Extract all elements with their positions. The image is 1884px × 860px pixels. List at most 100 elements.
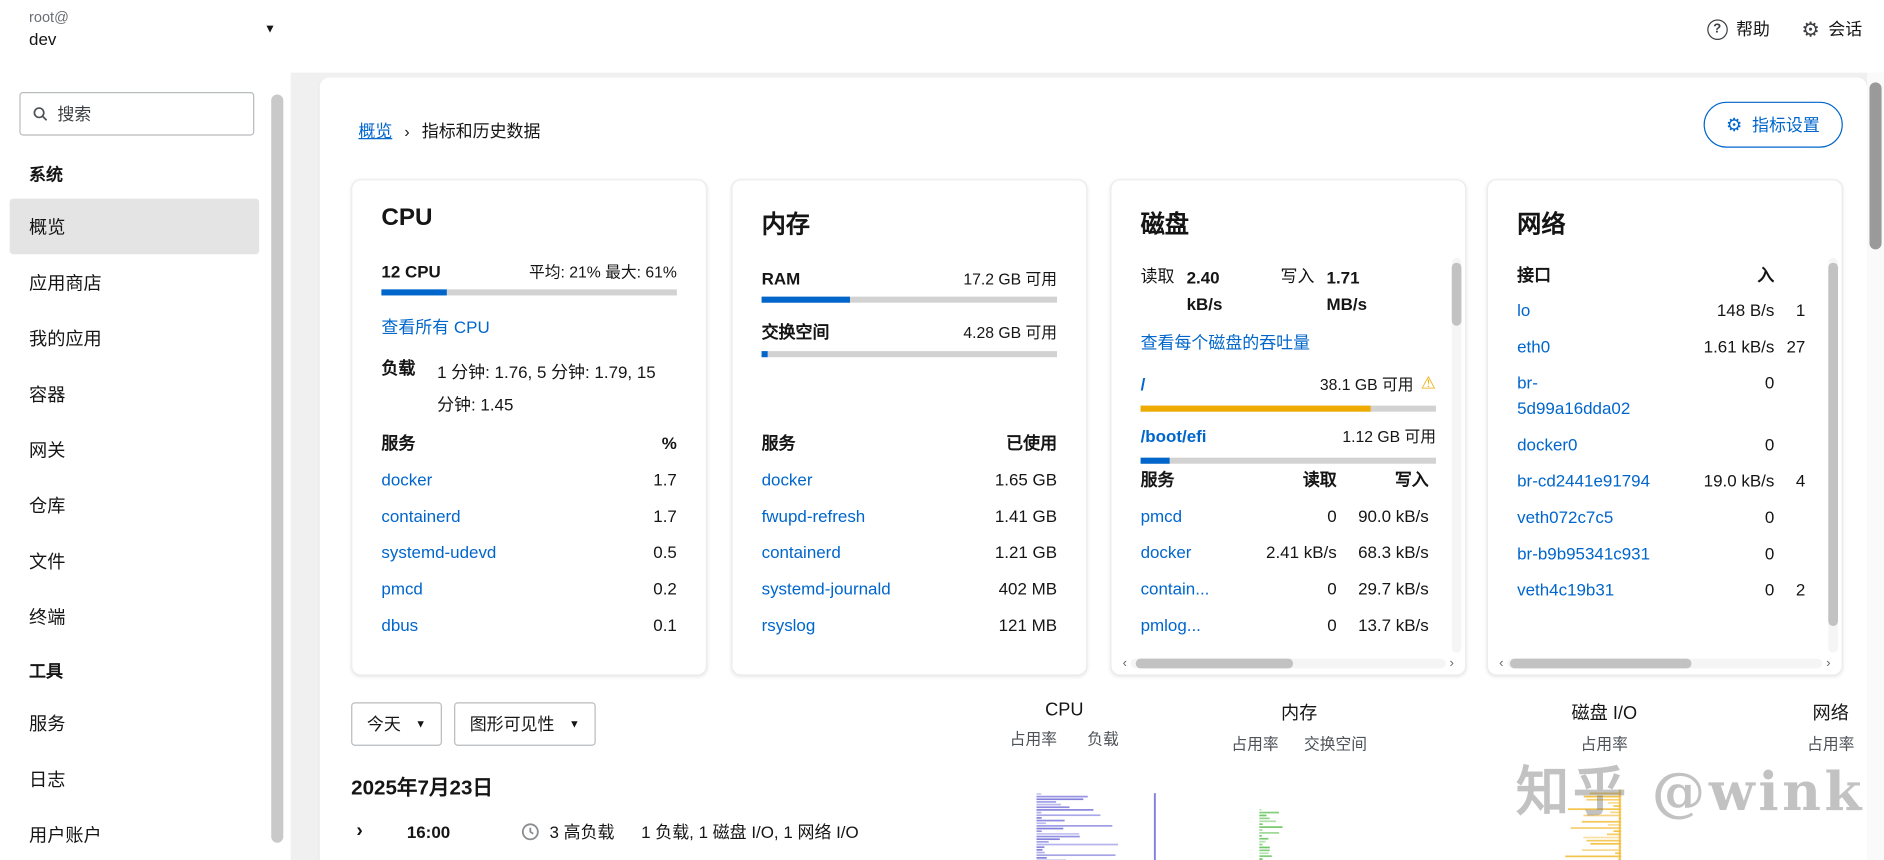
sidebar-item-logs[interactable]: 日志: [10, 751, 259, 807]
filesystem-boot-link[interactable]: /boot/efi: [1141, 426, 1207, 445]
help-menu[interactable]: ? 帮助: [1706, 17, 1770, 41]
table-row: lo 148 B/s 1: [1517, 292, 1805, 328]
event-badge: 3 高负载: [549, 822, 615, 842]
service-value: 0.1: [653, 615, 677, 635]
interface-link[interactable]: veth4c19b31: [1517, 578, 1650, 603]
memory-metric-column: 内存 占用率 交换空间: [1231, 700, 1367, 754]
host-switcher[interactable]: root@ dev: [29, 8, 69, 48]
search-box[interactable]: [19, 92, 255, 136]
service-link[interactable]: dbus: [381, 615, 418, 634]
read-value: 0: [1327, 578, 1337, 599]
service-link[interactable]: fwupd-refresh: [762, 506, 866, 525]
service-link[interactable]: containerd: [762, 542, 841, 561]
disk-horizontal-scrollbar: ‹ ›: [1119, 656, 1458, 671]
service-link[interactable]: docker: [381, 470, 432, 489]
disk-vertical-scrollbar: [1451, 257, 1462, 653]
sidebar-item-overview[interactable]: 概览: [9, 198, 260, 255]
service-link[interactable]: pmcd: [1141, 506, 1235, 525]
column-header-in: 入: [1757, 265, 1775, 285]
memory-usage-history-chart: [1259, 808, 1288, 860]
breadcrumb-current: 指标和历史数据: [421, 121, 541, 141]
service-link[interactable]: containerd: [381, 506, 460, 525]
disk-read-label: 读取: [1140, 266, 1175, 286]
ram-usage-bar: [761, 296, 1058, 303]
memory-card: 内存 RAM 17.2 GB 可用 交换空间 4.28 GB 可用 服务 已使用…: [731, 179, 1088, 676]
swap-usage-bar: [761, 351, 1058, 358]
view-all-cpu-link[interactable]: 查看所有 CPU: [381, 315, 489, 339]
service-link[interactable]: systemd-journald: [762, 579, 891, 598]
scrollbar-thumb[interactable]: [1451, 262, 1462, 326]
write-value: 13.7 kB/s: [1358, 615, 1429, 635]
interface-link[interactable]: br-b9b95341c931: [1517, 541, 1650, 566]
sidebar-item-terminal[interactable]: 终端: [10, 588, 259, 644]
in-value: 148 B/s: [1716, 300, 1775, 320]
column-header-service: 服务: [761, 433, 796, 453]
cpu-load-label: 负载: [381, 358, 416, 378]
sidebar-item-repos[interactable]: 仓库: [10, 477, 259, 533]
scroll-left-icon[interactable]: ‹: [1119, 656, 1131, 671]
disk-card-title: 磁盘: [1140, 211, 1190, 239]
breadcrumb: 概览 › 指标和历史数据: [358, 119, 540, 143]
out-value: 4: [1795, 471, 1806, 491]
read-value: 0: [1327, 506, 1337, 526]
graph-visibility-dropdown[interactable]: 图形可见性 ▼: [453, 702, 596, 746]
interface-link[interactable]: br-5d99a16dda02: [1517, 371, 1650, 422]
breadcrumb-overview-link[interactable]: 概览: [358, 119, 392, 143]
in-value: 0: [1764, 507, 1775, 527]
out-value: 1: [1795, 300, 1806, 320]
expand-chevron-icon[interactable]: ›: [346, 821, 373, 843]
write-value: 68.3 kB/s: [1358, 542, 1429, 562]
service-link[interactable]: docker: [1141, 542, 1235, 561]
sidebar-item-services[interactable]: 服务: [10, 695, 259, 751]
interface-link[interactable]: docker0: [1517, 432, 1650, 457]
disk-throughput-link[interactable]: 查看每个磁盘的吞吐量: [1141, 330, 1311, 354]
sidebar-item-gateway[interactable]: 网关: [10, 421, 259, 477]
in-value: 0: [1764, 579, 1775, 600]
scroll-right-icon[interactable]: ›: [1822, 656, 1834, 671]
search-input[interactable]: [57, 104, 241, 124]
history-date-heading: 2025年7月23日: [351, 776, 494, 800]
table-row: pmcd 0.2: [381, 570, 676, 606]
metrics-settings-button[interactable]: ⚙ 指标设置: [1703, 101, 1843, 148]
warning-icon: ⚠: [1420, 373, 1437, 393]
interface-link[interactable]: br-cd2441e91794: [1517, 469, 1650, 494]
service-value: 402 MB: [998, 578, 1058, 599]
scrollbar-thumb[interactable]: [1509, 658, 1692, 669]
scrollbar-thumb[interactable]: [1828, 262, 1838, 626]
table-row: br-b9b95341c931 0: [1517, 535, 1805, 571]
sidebar-item-my-apps[interactable]: 我的应用: [10, 310, 259, 366]
filesystem-boot-available: 1.12 GB 可用: [1342, 427, 1437, 446]
history-event-row: › 16:00 3 高负载 1 负载, 1 磁盘 I/O, 1 网络 I/O: [324, 814, 858, 850]
table-row: systemd-udevd 0.5: [381, 534, 676, 570]
session-menu[interactable]: ⚙ 会话: [1801, 17, 1862, 41]
cpu-load-value: 1 分钟: 1.76, 5 分钟: 1.79, 15 分钟: 1.45: [437, 362, 656, 414]
scroll-left-icon[interactable]: ‹: [1495, 656, 1507, 671]
scrollbar-thumb[interactable]: [1869, 82, 1882, 250]
service-link[interactable]: contain...: [1141, 579, 1235, 598]
sidebar-item-containers[interactable]: 容器: [10, 366, 259, 422]
chevron-right-icon: ›: [404, 121, 410, 140]
event-time: 16:00: [406, 822, 451, 842]
swap-available: 4.28 GB 可用: [963, 323, 1058, 342]
date-range-dropdown[interactable]: 今天 ▼: [351, 702, 442, 746]
caret-down-icon[interactable]: ▼: [264, 23, 276, 36]
service-link[interactable]: rsyslog: [762, 615, 816, 634]
service-link[interactable]: pmlog...: [1141, 615, 1235, 634]
sidebar-item-accounts[interactable]: 用户账户: [10, 806, 259, 860]
interface-link[interactable]: veth072c7c5: [1517, 505, 1650, 530]
scrollbar-thumb[interactable]: [1135, 658, 1294, 669]
sidebar-item-app-store[interactable]: 应用商店: [10, 254, 259, 310]
scroll-right-icon[interactable]: ›: [1446, 656, 1458, 671]
interface-link[interactable]: eth0: [1517, 334, 1650, 359]
root-usage-bar: [1140, 405, 1437, 412]
service-link[interactable]: pmcd: [381, 579, 422, 598]
sidebar-item-files[interactable]: 文件: [10, 533, 259, 589]
table-row: rsyslog 121 MB: [762, 607, 1057, 643]
service-link[interactable]: docker: [762, 470, 813, 489]
sidebar-scrollbar-thumb[interactable]: [271, 94, 284, 843]
filesystem-root-link[interactable]: /: [1141, 374, 1146, 393]
column-header-service: 服务: [381, 433, 416, 453]
ram-label: RAM: [761, 268, 801, 289]
service-link[interactable]: systemd-udevd: [381, 542, 496, 561]
interface-link[interactable]: lo: [1517, 298, 1650, 323]
